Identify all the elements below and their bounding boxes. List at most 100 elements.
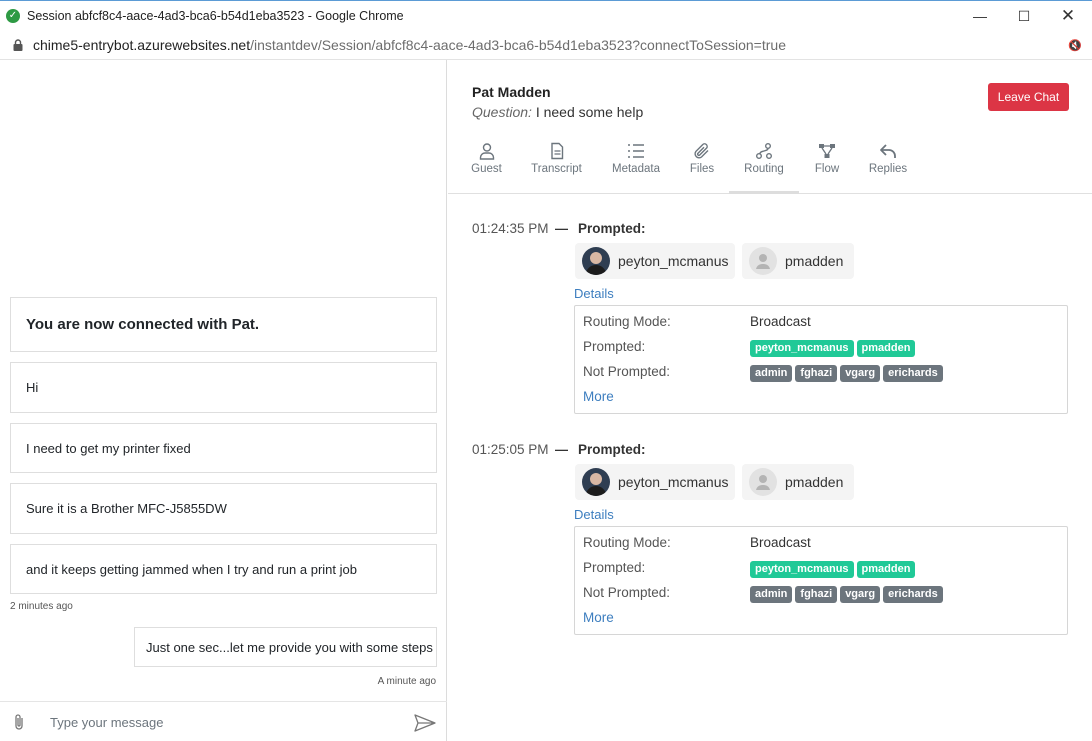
chat-panel: You are now connected with Pat. Hi I nee… bbox=[0, 60, 447, 741]
prompted-badge: peyton_mcmanus bbox=[750, 340, 854, 357]
not-prompted-badge: erichards bbox=[883, 586, 943, 603]
prompted-badge: peyton_mcmanus bbox=[750, 561, 854, 578]
prompted-badges: peyton_mcmanus pmadden bbox=[750, 339, 918, 357]
more-link[interactable]: More bbox=[583, 389, 614, 404]
details-link[interactable]: Details bbox=[574, 507, 614, 522]
list-icon bbox=[628, 144, 644, 158]
routing-label: Prompted: bbox=[578, 221, 646, 236]
user-name: pmadden bbox=[785, 253, 844, 269]
reply-icon bbox=[880, 144, 896, 158]
maximize-button[interactable]: ☐ bbox=[1010, 5, 1038, 27]
guest-name: Pat Madden bbox=[472, 84, 551, 100]
prompted-badge: pmadden bbox=[856, 561, 916, 578]
session-details-panel: Pat Madden Question: I need some help Le… bbox=[448, 60, 1092, 741]
routing-details-box: Routing Mode: Broadcast Prompted: peyton… bbox=[574, 526, 1068, 635]
address-bar[interactable]: chime5-entrybot.azurewebsites.net/instan… bbox=[0, 32, 1092, 60]
message-composer bbox=[0, 701, 447, 741]
leave-chat-button[interactable]: Leave Chat bbox=[988, 83, 1069, 111]
chat-message: and it keeps getting jammed when I try a… bbox=[10, 544, 437, 594]
agent-timestamp: A minute ago bbox=[377, 676, 436, 687]
chat-message: I need to get my printer fixed bbox=[10, 423, 437, 473]
tab-flow[interactable]: Flow bbox=[812, 142, 842, 190]
agent-reply-message: Just one sec...let me provide you with s… bbox=[134, 627, 437, 667]
tab-routing[interactable]: Routing bbox=[729, 142, 799, 194]
question-text: I need some help bbox=[535, 104, 644, 120]
not-prompted-badge: vgarg bbox=[840, 586, 881, 603]
not-prompted-badge: fghazi bbox=[795, 365, 838, 382]
route-icon bbox=[756, 143, 772, 159]
flow-icon bbox=[819, 144, 835, 158]
default-avatar-icon bbox=[749, 468, 777, 496]
paperclip-icon bbox=[694, 143, 709, 159]
routing-time: 01:24:35 PM bbox=[472, 221, 549, 236]
guest-question: Question: I need some help bbox=[472, 104, 643, 120]
not-prompted-badge: vgarg bbox=[840, 365, 881, 382]
window-title: Session abfcf8c4-aace-4ad3-bca6-b54d1eba… bbox=[27, 9, 404, 23]
prompted-label: Prompted: bbox=[583, 560, 646, 575]
tab-label: Flow bbox=[814, 163, 840, 175]
tab-files[interactable]: Files bbox=[687, 142, 717, 190]
prompted-badge: pmadden bbox=[856, 340, 916, 357]
send-icon[interactable] bbox=[414, 714, 436, 732]
not-prompted-label: Not Prompted: bbox=[583, 364, 671, 379]
connected-message: You are now connected with Pat. bbox=[10, 297, 437, 352]
lock-icon bbox=[13, 39, 23, 51]
default-avatar-icon bbox=[749, 247, 777, 275]
routing-mode-label: Routing Mode: bbox=[583, 314, 671, 329]
question-label: Question: bbox=[472, 104, 532, 120]
not-prompted-badge: admin bbox=[750, 586, 793, 603]
tab-label: Guest bbox=[471, 163, 502, 175]
user-name: pmadden bbox=[785, 474, 844, 490]
prompted-label: Prompted: bbox=[583, 339, 646, 354]
tab-label: Replies bbox=[868, 163, 908, 175]
user-chip: pmadden bbox=[742, 243, 854, 279]
routing-details-box: Routing Mode: Broadcast Prompted: peyton… bbox=[574, 305, 1068, 414]
not-prompted-badge: erichards bbox=[883, 365, 943, 382]
close-button[interactable]: ✕ bbox=[1054, 5, 1082, 27]
routing-mode-value: Broadcast bbox=[750, 314, 811, 329]
tab-transcript[interactable]: Transcript bbox=[528, 142, 585, 190]
user-chip: peyton_mcmanus bbox=[575, 464, 735, 500]
message-input[interactable] bbox=[40, 710, 400, 734]
tab-label: Files bbox=[689, 163, 715, 175]
not-prompted-label: Not Prompted: bbox=[583, 585, 671, 600]
blocked-content-icon[interactable]: 🔇 bbox=[1068, 39, 1082, 52]
url-text[interactable]: chime5-entrybot.azurewebsites.net/instan… bbox=[33, 37, 786, 53]
chat-message: Hi bbox=[10, 362, 437, 413]
prompted-badges: peyton_mcmanus pmadden bbox=[750, 560, 918, 578]
tab-label: Transcript bbox=[531, 163, 582, 175]
tab-label: Metadata bbox=[612, 163, 660, 175]
not-prompted-badges: admin fghazi vgarg erichards bbox=[750, 585, 946, 603]
tab-replies[interactable]: Replies bbox=[868, 142, 908, 190]
url-path: /instantdev/Session/abfcf8c4-aace-4ad3-b… bbox=[250, 37, 786, 53]
not-prompted-badges: admin fghazi vgarg erichards bbox=[750, 364, 946, 382]
routing-dash: — bbox=[555, 442, 568, 457]
user-name: peyton_mcmanus bbox=[618, 474, 729, 490]
chat-message: Sure it is a Brother MFC-J5855DW bbox=[10, 483, 437, 534]
document-icon bbox=[550, 142, 563, 160]
minimize-button[interactable]: — bbox=[966, 5, 994, 27]
routing-dash: — bbox=[555, 221, 568, 236]
user-chip: peyton_mcmanus bbox=[575, 243, 735, 279]
routing-mode-value: Broadcast bbox=[750, 535, 811, 550]
routing-label: Prompted: bbox=[578, 442, 646, 457]
user-name: peyton_mcmanus bbox=[618, 253, 729, 269]
user-icon bbox=[479, 143, 494, 160]
tab-label: Routing bbox=[744, 163, 784, 175]
avatar bbox=[582, 468, 610, 496]
more-link[interactable]: More bbox=[583, 610, 614, 625]
attach-icon[interactable] bbox=[12, 713, 26, 731]
routing-time: 01:25:05 PM bbox=[472, 442, 549, 457]
not-prompted-badge: admin bbox=[750, 365, 793, 382]
details-link[interactable]: Details bbox=[574, 286, 614, 301]
user-chip: pmadden bbox=[742, 464, 854, 500]
guest-timestamp: 2 minutes ago bbox=[10, 601, 73, 612]
tab-guest[interactable]: Guest bbox=[464, 142, 509, 190]
avatar bbox=[582, 247, 610, 275]
tab-metadata[interactable]: Metadata bbox=[608, 142, 664, 190]
details-tabs: Guest Transcript Metadata Files Routing … bbox=[448, 138, 1092, 194]
not-prompted-badge: fghazi bbox=[795, 586, 838, 603]
title-bar: ✓ Session abfcf8c4-aace-4ad3-bca6-b54d1e… bbox=[0, 0, 1092, 32]
chrome-app-icon: ✓ bbox=[6, 9, 20, 23]
url-host: chime5-entrybot.azurewebsites.net bbox=[33, 37, 251, 53]
